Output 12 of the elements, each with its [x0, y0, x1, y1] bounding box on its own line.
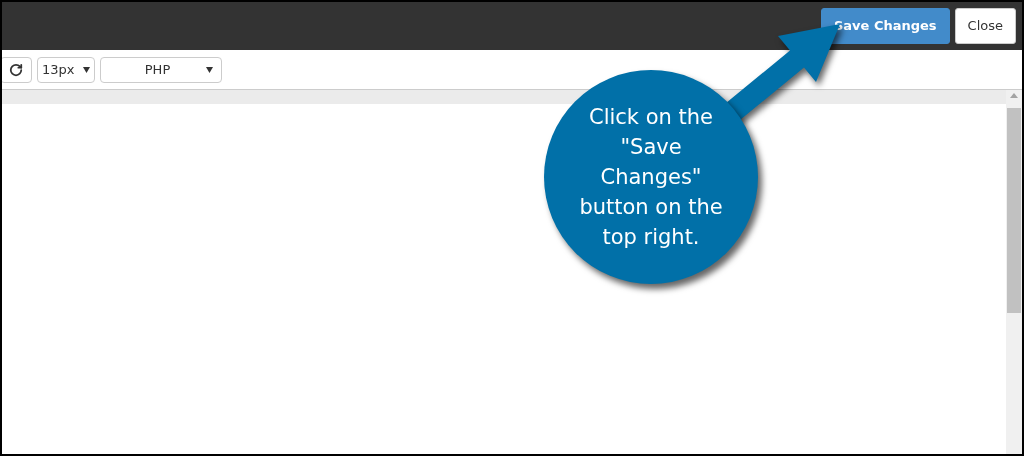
dropdown-icon — [206, 66, 213, 73]
save-button[interactable]: Save Changes — [820, 8, 950, 44]
scrollbar[interactable] — [1006, 90, 1022, 454]
refresh-icon — [9, 62, 23, 77]
dropdown-icon — [83, 66, 90, 73]
scrollbar-thumb[interactable] — [1007, 108, 1021, 313]
refresh-button[interactable] — [2, 56, 32, 83]
scroll-up-icon — [1010, 92, 1018, 98]
font-size-select[interactable]: 13px — [37, 56, 95, 83]
language-select[interactable]: PHP — [100, 56, 222, 83]
close-button[interactable]: Close — [954, 8, 1016, 44]
callout-text: Click on the "Save Changes" button on the top right. — [578, 104, 724, 251]
